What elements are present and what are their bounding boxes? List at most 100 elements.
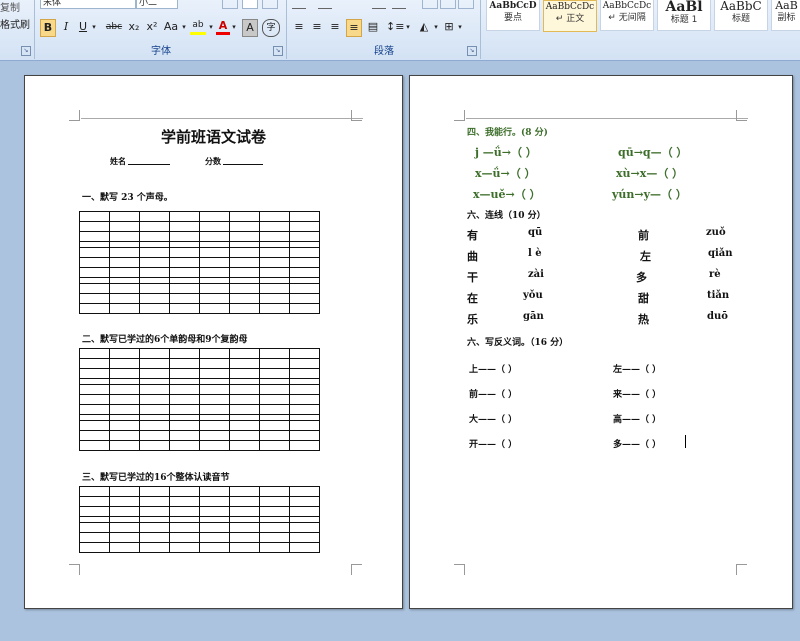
document-page-1[interactable]: 学前班语文试卷 姓名 分数 一、默写 23 个声母。 二、默写已学过的6个单韵母… bbox=[24, 75, 403, 609]
borders-dropdown-icon[interactable]: ▾ bbox=[456, 19, 464, 35]
justify-icon[interactable]: ≡ bbox=[346, 19, 362, 37]
link-pinyin: rè bbox=[709, 269, 721, 280]
crop-mark-bottom-right bbox=[736, 564, 747, 575]
link-char: 前 bbox=[638, 229, 649, 242]
underline-dropdown-icon[interactable]: ▾ bbox=[90, 19, 98, 35]
link-section-heading: 六、连线（10 分） bbox=[467, 211, 546, 221]
link-char: 热 bbox=[638, 313, 649, 326]
chinese-layout-icon[interactable] bbox=[422, 0, 438, 9]
link-char: 曲 bbox=[467, 250, 478, 263]
paragraph-launcher-icon[interactable]: ↘ bbox=[467, 46, 477, 56]
link-char: 甜 bbox=[638, 292, 649, 305]
style-no-spacing[interactable]: AaBbCcDc ↵ 无间隔 bbox=[600, 0, 654, 31]
link-pinyin: duō bbox=[707, 311, 728, 322]
increase-indent-icon[interactable] bbox=[392, 0, 406, 9]
underline-button[interactable]: U bbox=[76, 19, 90, 35]
char-shading-button[interactable]: A bbox=[242, 19, 258, 37]
crop-mark-top-right bbox=[736, 110, 747, 121]
antonym-item: 来——（ ） bbox=[613, 390, 662, 400]
format-painter-button[interactable]: 格式刷 bbox=[0, 18, 34, 34]
highlight-button[interactable]: ab bbox=[190, 19, 206, 35]
antonym-section-heading: 六、写反义词。（16 分） bbox=[467, 338, 569, 348]
grow-font-icon[interactable] bbox=[222, 0, 238, 9]
link-pinyin: zài bbox=[528, 269, 544, 280]
document-page-2[interactable]: 四、我能行。(8 分) j —ǘ→（ ） qū→q—（ ） x—ǘ→（ ） xù… bbox=[409, 75, 793, 609]
style-heading-1[interactable]: AaBl 标题 1 bbox=[657, 0, 711, 31]
writing-grid-3[interactable] bbox=[79, 486, 320, 553]
crop-mark-top-left bbox=[69, 110, 80, 121]
font-name-combo[interactable]: 宋体 bbox=[40, 0, 136, 9]
name-label: 姓名 bbox=[110, 156, 126, 166]
sort-icon[interactable] bbox=[440, 0, 456, 9]
antonym-item: 开——（ ） bbox=[469, 440, 518, 450]
header-line bbox=[466, 118, 748, 119]
align-center-icon[interactable]: ≡ bbox=[310, 19, 324, 35]
antonym-item: 高——（ ） bbox=[613, 415, 662, 425]
crop-mark-top-left bbox=[454, 110, 465, 121]
enclose-char-button[interactable]: 字 bbox=[262, 19, 280, 37]
clear-format-icon[interactable] bbox=[262, 0, 278, 9]
section-1-heading: 一、默写 23 个声母。 bbox=[82, 193, 173, 203]
font-group-label: 字体 bbox=[151, 46, 171, 57]
crop-mark-bottom-left bbox=[69, 564, 80, 575]
borders-icon[interactable]: ⊞ bbox=[442, 19, 456, 35]
styles-gallery: AaBbCcD 要点 AaBbCcDc ↵ 正文 AaBbCcDc ↵ 无间隔 … bbox=[486, 0, 800, 59]
decrease-indent-icon[interactable] bbox=[372, 0, 386, 9]
style-normal[interactable]: AaBbCcDc ↵ 正文 bbox=[543, 0, 597, 32]
link-char: 在 bbox=[467, 292, 478, 305]
change-case-dropdown-icon[interactable]: ▾ bbox=[180, 19, 188, 35]
subscript-button[interactable]: x₂ bbox=[126, 19, 142, 35]
font-size-combo[interactable]: 小二 bbox=[136, 0, 178, 9]
pinyin-left-1: j —ǘ→（ ） bbox=[475, 146, 537, 159]
writing-grid-2[interactable] bbox=[79, 348, 320, 451]
align-right-icon[interactable]: ≡ bbox=[328, 19, 342, 35]
change-case-button[interactable]: Aa bbox=[162, 19, 180, 35]
bullets-icon[interactable] bbox=[292, 0, 306, 9]
crop-mark-top-right bbox=[351, 110, 362, 121]
copy-button[interactable]: 复制 bbox=[0, 1, 30, 17]
text-cursor bbox=[685, 435, 686, 448]
style-subtitle[interactable]: AaB 副标 bbox=[771, 0, 800, 31]
header-line bbox=[81, 118, 363, 119]
paragraph-group-label: 段落 bbox=[374, 46, 394, 57]
align-left-icon[interactable]: ≡ bbox=[292, 19, 306, 35]
link-char: 有 bbox=[467, 229, 478, 242]
strikethrough-button[interactable]: abc bbox=[104, 19, 124, 35]
bold-button[interactable]: B bbox=[40, 19, 56, 37]
show-marks-icon[interactable] bbox=[458, 0, 474, 9]
score-blank[interactable] bbox=[223, 164, 263, 165]
link-char: 干 bbox=[467, 271, 478, 284]
section-2-heading: 二、默写已学过的6个单韵母和9个复韵母 bbox=[82, 335, 248, 345]
paragraph-group: ≡ ≡ ≡ ≡ ▤ ↕≡ ▾ ◭ ▾ ⊞ ▾ 段落 ↘ bbox=[288, 0, 481, 59]
font-color-button[interactable]: A bbox=[216, 19, 230, 35]
writing-grid-1[interactable] bbox=[79, 211, 320, 314]
pinyin-left-3: x—uě→（ ） bbox=[473, 188, 541, 201]
shading-icon[interactable]: ◭ bbox=[416, 19, 432, 35]
line-spacing-dropdown-icon[interactable]: ▾ bbox=[404, 19, 412, 35]
link-char: 乐 bbox=[467, 313, 478, 326]
link-pinyin: qiǎn bbox=[708, 248, 733, 259]
link-pinyin: zuǒ bbox=[706, 227, 726, 238]
font-launcher-icon[interactable]: ↘ bbox=[273, 46, 283, 56]
antonym-item: 大——（ ） bbox=[469, 415, 518, 425]
crop-mark-bottom-right bbox=[351, 564, 362, 575]
clipboard-launcher-icon[interactable]: ↘ bbox=[21, 46, 31, 56]
numbering-icon[interactable] bbox=[318, 0, 332, 9]
pinyin-right-2: xù→x—（ ） bbox=[616, 167, 684, 180]
section-4-heading: 四、我能行。(8 分) bbox=[467, 128, 548, 138]
pinyin-right-1: qū→q—（ ） bbox=[618, 146, 688, 159]
clipboard-group: 复制 格式刷 ↘ bbox=[0, 0, 35, 59]
style-yaodian[interactable]: AaBbCcD 要点 bbox=[486, 0, 540, 31]
highlight-dropdown-icon[interactable]: ▾ bbox=[207, 19, 215, 35]
text-effect-icon[interactable] bbox=[242, 0, 258, 9]
style-title[interactable]: AaBbC 标题 bbox=[714, 0, 768, 31]
crop-mark-bottom-left bbox=[454, 564, 465, 575]
shading-dropdown-icon[interactable]: ▾ bbox=[432, 19, 440, 35]
italic-button[interactable]: I bbox=[59, 19, 73, 35]
name-blank[interactable] bbox=[128, 164, 170, 165]
line-spacing-icon[interactable]: ↕≡ bbox=[386, 19, 404, 35]
font-color-dropdown-icon[interactable]: ▾ bbox=[230, 19, 238, 35]
distribute-icon[interactable]: ▤ bbox=[366, 19, 380, 35]
antonym-item: 前——（ ） bbox=[469, 390, 518, 400]
superscript-button[interactable]: x² bbox=[144, 19, 160, 35]
